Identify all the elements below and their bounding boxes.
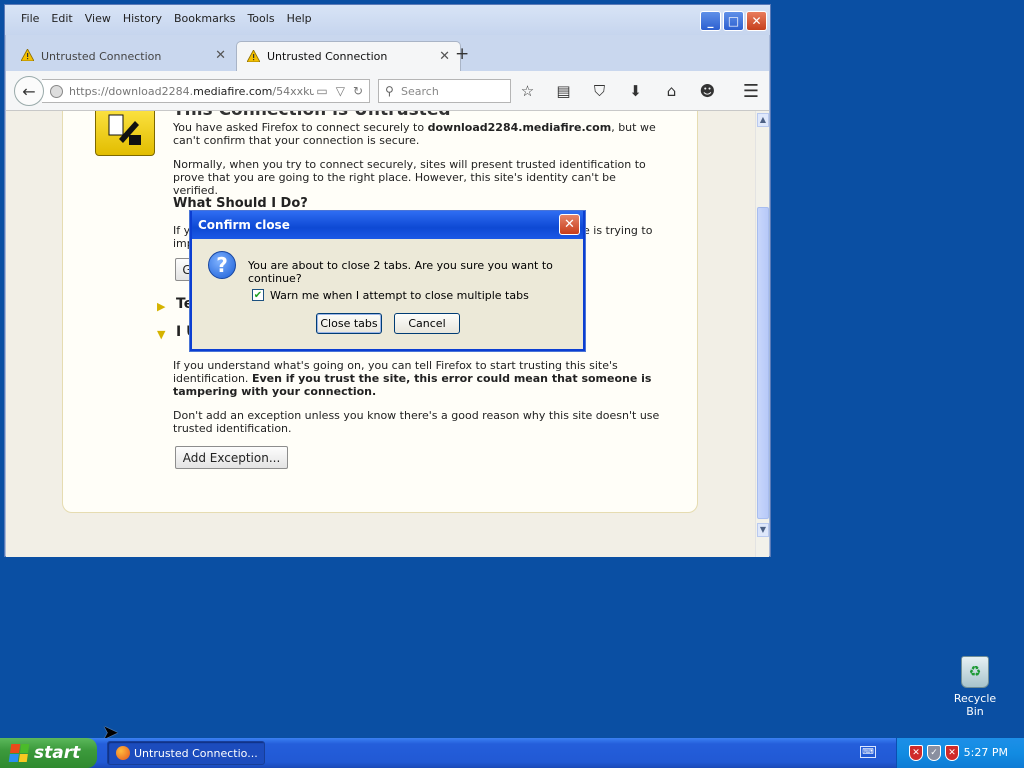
page-title: This Connection is Untrusted xyxy=(173,111,451,120)
back-button[interactable]: ← xyxy=(14,76,44,106)
globe-icon xyxy=(50,84,63,98)
search-input[interactable]: ⚲ Search xyxy=(378,79,511,103)
tab-title: Untrusted Connection xyxy=(267,50,388,63)
start-button[interactable]: start xyxy=(0,738,97,768)
url-bar-icons: ▭ ▽ ↻ xyxy=(316,84,363,98)
search-icon: ⚲ xyxy=(385,84,394,98)
warn-multiple-tabs-checkbox[interactable]: ✔ xyxy=(252,289,264,301)
what-text-right: e is trying to xyxy=(583,224,653,237)
firefox-icon xyxy=(116,746,130,760)
windows-logo-icon xyxy=(8,744,30,762)
tray-icons: ✕ ✓ ✕ xyxy=(909,745,959,761)
taskbar-item-label: Untrusted Connectio... xyxy=(134,746,258,760)
expand-arrow-icon[interactable]: ▶ xyxy=(157,300,165,313)
hello-chat-icon[interactable]: ☻ xyxy=(698,81,717,100)
new-tab-button[interactable]: + xyxy=(455,44,469,64)
back-arrow-icon: ← xyxy=(22,81,36,101)
close-window-button[interactable]: ✕ xyxy=(746,11,767,31)
system-tray: ✕ ✓ ✕ 5:27 PM xyxy=(896,738,1024,768)
toolbar-icons: ☆ ▤ ⛉ ⬇ ⌂ ☻ xyxy=(518,81,717,100)
menu-tools[interactable]: Tools xyxy=(241,12,280,25)
warning-icon xyxy=(246,49,261,65)
downloads-icon[interactable]: ⬇ xyxy=(626,81,645,100)
dialog-title: Confirm close xyxy=(192,211,583,239)
add-exception-button[interactable]: Add Exception... xyxy=(175,446,288,469)
bookmark-star-icon[interactable]: ☆ xyxy=(518,81,537,100)
menu-hamburger-icon[interactable]: ☰ xyxy=(743,81,759,102)
menu-bookmarks[interactable]: Bookmarks xyxy=(168,12,241,25)
what-should-i-do-heading: What Should I Do? xyxy=(173,196,308,211)
menu-file[interactable]: File xyxy=(15,12,45,25)
intro-paragraph: You have asked Firefox to connect secure… xyxy=(173,121,656,147)
url-bar[interactable]: https://download2284.mediafire.com/54xxk… xyxy=(42,79,370,103)
exception-warning-paragraph: Don't add an exception unless you know t… xyxy=(173,409,660,435)
home-icon[interactable]: ⌂ xyxy=(662,81,681,100)
checkbox-label[interactable]: Warn me when I attempt to close multiple… xyxy=(270,289,529,302)
risks-paragraph: If you understand what's going on, you c… xyxy=(173,359,652,398)
taskbar: start Untrusted Connectio... ⌨ ✕ ✓ ✕ 5:2… xyxy=(0,738,1024,768)
tab-title: Untrusted Connection xyxy=(41,49,162,63)
explanation-paragraph: Normally, when you try to connect secure… xyxy=(173,158,646,197)
scroll-up-arrow[interactable]: ▲ xyxy=(757,113,769,127)
scroll-down-arrow[interactable]: ▼ xyxy=(757,523,769,537)
reader-view-icon[interactable]: ▭ xyxy=(316,84,327,98)
dropdown-icon[interactable]: ▽ xyxy=(336,84,345,98)
taskbar-item-firefox[interactable]: Untrusted Connectio... xyxy=(107,741,265,765)
vertical-scrollbar[interactable]: ▲ ▼ xyxy=(755,111,769,557)
confirm-close-dialog: Confirm close ✕ ? You are about to close… xyxy=(190,211,585,351)
security-shield-icon[interactable]: ✕ xyxy=(909,745,923,761)
maximize-button[interactable]: □ xyxy=(723,11,744,31)
clock[interactable]: 5:27 PM xyxy=(964,746,1008,759)
bookmarks-list-icon[interactable]: ▤ xyxy=(554,81,573,100)
certificate-warning-icon xyxy=(95,111,155,156)
menu-view[interactable]: View xyxy=(79,12,117,25)
reload-icon[interactable]: ↻ xyxy=(353,84,363,98)
start-label: start xyxy=(34,743,81,763)
security-alert-icon[interactable]: ✕ xyxy=(945,745,959,761)
tab-untrusted-2[interactable]: Untrusted Connection ✕ xyxy=(236,41,461,71)
recycle-bin-icon: ♻ xyxy=(961,656,989,688)
menu-help[interactable]: Help xyxy=(281,12,318,25)
recycle-bin[interactable]: ♻ Recycle Bin xyxy=(944,656,1006,718)
url-text: https://download2284.mediafire.com/54xxk… xyxy=(69,84,314,98)
close-tab-icon[interactable]: ✕ xyxy=(215,48,226,63)
title-bar: File Edit View History Bookmarks Tools H… xyxy=(5,5,770,35)
warning-icon xyxy=(20,48,35,64)
menu-edit[interactable]: Edit xyxy=(45,12,78,25)
close-tabs-button[interactable]: Close tabs xyxy=(316,313,382,334)
menu-history[interactable]: History xyxy=(117,12,168,25)
scroll-thumb[interactable] xyxy=(757,207,769,519)
tab-untrusted-1[interactable]: Untrusted Connection ✕ xyxy=(11,41,236,71)
cancel-button[interactable]: Cancel xyxy=(394,313,460,334)
dialog-close-button[interactable]: ✕ xyxy=(559,214,580,235)
collapse-arrow-icon[interactable]: ▼ xyxy=(157,328,165,341)
navigation-toolbar: https://download2284.mediafire.com/54xxk… xyxy=(6,71,769,111)
menu-bar: File Edit View History Bookmarks Tools H… xyxy=(15,12,318,25)
keyboard-icon[interactable]: ⌨ xyxy=(860,746,876,758)
network-shield-icon[interactable]: ✓ xyxy=(927,745,941,761)
question-icon: ? xyxy=(208,251,236,279)
close-tab-icon[interactable]: ✕ xyxy=(439,49,450,64)
minimize-button[interactable]: _ xyxy=(700,11,721,31)
recycle-bin-label: Recycle Bin xyxy=(953,692,997,718)
pocket-icon[interactable]: ⛉ xyxy=(590,81,609,100)
dialog-message: You are about to close 2 tabs. Are you s… xyxy=(248,259,553,285)
window-controls: _ □ ✕ xyxy=(700,11,767,31)
search-placeholder: Search xyxy=(401,84,439,98)
tab-bar: Untrusted Connection ✕ Untrusted Connect… xyxy=(5,39,770,71)
